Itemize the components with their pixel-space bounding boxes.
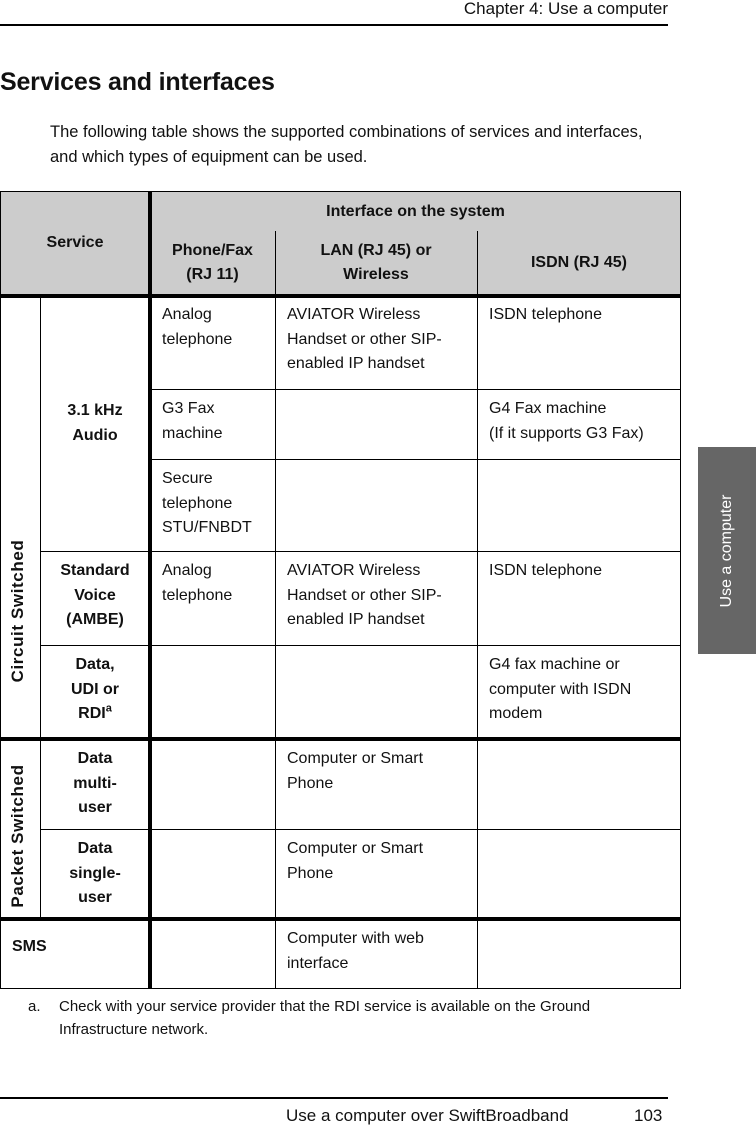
cell-row5-isdn [477, 739, 681, 829]
cell-row3-phone: Analog telephone [162, 562, 233, 604]
row-line-2 [150, 459, 681, 460]
row-line-group-thick [0, 737, 681, 741]
header-col-lan: LAN (RJ 45) or Wireless [275, 231, 477, 295]
divider-service-thick [148, 191, 152, 989]
header-interface-group-label: Interface on the system [326, 202, 505, 220]
header-col-isdn-label: ISDN (RJ 45) [530, 253, 628, 271]
table-border-bottom [0, 988, 681, 989]
service-audio-label: 3.1 kHz Audio [67, 402, 123, 444]
service-data-udi-rdi-label: Data, UDI or RDIa [60, 653, 130, 727]
header-col-phone-label: Phone/Fax (RJ 11) [172, 241, 253, 284]
row-line-3 [40, 551, 681, 552]
services-interfaces-table: Service Interface on the system Phone/Fa… [0, 191, 681, 989]
service-data-udi-rdi: Data, UDI or RDIa [40, 645, 150, 739]
cell-row6-lan: Computer or Smart Phone [287, 840, 424, 882]
header-service-label: Service [46, 233, 104, 251]
cell-row1-phone: G3 Fax machine [162, 400, 223, 442]
footnote-text: Check with your service provider that th… [59, 998, 591, 1038]
row-line-4 [40, 645, 681, 646]
service-data-multi-label: Data multi-user [73, 750, 117, 816]
cell-row6-phone [150, 829, 275, 919]
row-line-1 [150, 389, 681, 390]
cell-row5-lan: Computer or Smart Phone [287, 750, 424, 792]
section-title: Services and interfaces [0, 68, 275, 96]
intro-paragraph: The following table shows the supported … [50, 123, 643, 166]
service-data-single-label: Data single-user [69, 840, 121, 906]
cell-row1-lan [275, 389, 477, 459]
table-border-left [0, 191, 1, 989]
cell-row3-lan: AVIATOR Wireless Handset or other SIP-en… [287, 562, 442, 628]
cell-row4-phone [150, 645, 275, 739]
cell-row2-lan [275, 459, 477, 551]
service-data-multi: Data multi-user [40, 739, 150, 829]
header-service: Service [0, 191, 150, 295]
service-sms: SMS [0, 919, 150, 989]
chapter-thumb-tab[interactable]: Use a computer [698, 447, 756, 654]
header-col-isdn: ISDN (RJ 45) [477, 231, 681, 295]
service-voice-label: Standard Voice (AMBE) [60, 562, 130, 628]
page-number: 103 [634, 1106, 663, 1125]
cell-row1-isdn: G4 Fax machine (If it supports G3 Fax) [489, 400, 644, 442]
row-line-sms-thick [0, 917, 681, 921]
chapter-thumb-tab-label: Use a computer [718, 494, 735, 607]
cell-row3-isdn: ISDN telephone [489, 562, 602, 579]
cell-row7-phone [150, 919, 275, 989]
divider-phone-lan [275, 231, 276, 989]
footnote-ref-a[interactable]: a [106, 703, 112, 715]
cell-row4-lan [275, 645, 477, 739]
running-header: Chapter 4: Use a computer [0, 0, 668, 26]
cell-row7-isdn [477, 919, 681, 989]
service-data-single: Data single-user [40, 829, 150, 919]
cell-row2-phone: Secure telephone STU/FNBDT [162, 470, 252, 536]
cell-row6-isdn [477, 829, 681, 919]
cell-row0-isdn: ISDN telephone [489, 306, 602, 323]
chapter-title: Chapter 4: Use a computer [463, 0, 668, 18]
table-border-right [680, 191, 681, 989]
cell-row5-phone [150, 739, 275, 829]
running-footer-rule [0, 1097, 668, 1099]
cell-row7-lan: Computer with web interface [287, 930, 424, 972]
service-sms-label: SMS [12, 938, 47, 955]
header-bottom-thick [0, 294, 681, 298]
cell-row2-isdn [477, 459, 681, 551]
service-voice: Standard Voice (AMBE) [40, 551, 150, 645]
header-interface-group: Interface on the system [150, 191, 681, 231]
group-packet-switched: Packet Switched [8, 764, 27, 908]
cell-row0-lan: AVIATOR Wireless Handset or other SIP-en… [287, 306, 442, 372]
footnote-mark: a. [28, 998, 41, 1015]
header-col-lan-label: LAN (RJ 45) or Wireless [320, 241, 432, 284]
divider-lan-isdn [477, 231, 478, 989]
cell-row0-phone: Analog telephone [162, 306, 233, 348]
group-circuit-switched: Circuit Switched [8, 539, 27, 683]
table-border-top [0, 191, 681, 192]
service-audio: 3.1 kHz Audio [40, 295, 150, 551]
divider-category [40, 295, 41, 919]
running-footer-title: Use a computer over SwiftBroadband [286, 1106, 569, 1125]
row-line-6 [40, 829, 681, 830]
cell-row4-isdn: G4 fax machine or computer with ISDN mod… [489, 656, 632, 722]
header-col-phone: Phone/Fax (RJ 11) [150, 231, 275, 295]
